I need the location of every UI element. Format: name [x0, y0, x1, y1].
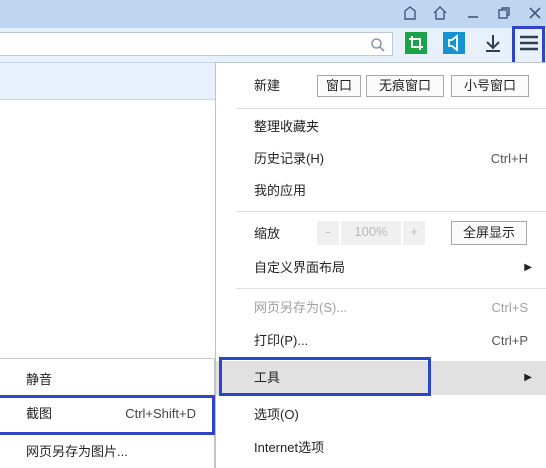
menu-item-customize[interactable]: 自定义界面布局 ▶	[216, 253, 546, 283]
submenu-arrow-icon: ▶	[524, 262, 532, 273]
menu-separator	[236, 108, 546, 109]
zoom-level: 100%	[341, 221, 401, 245]
save-as-shortcut: Ctrl+S	[491, 300, 528, 315]
skin-icon[interactable]	[402, 5, 418, 21]
save-as-label: 网页另存为(S)...	[254, 300, 348, 315]
history-label: 历史记录(H)	[254, 151, 325, 166]
main-menu: 新建 窗口 无痕窗口 小号窗口 整理收藏夹 历史记录(H) Ctrl+H 我的应…	[215, 62, 546, 468]
submenu-arrow-icon: ▶	[524, 372, 532, 383]
options-label: 选项(O)	[254, 407, 299, 422]
fullscreen-button[interactable]: 全屏显示	[451, 221, 527, 245]
menu-item-print[interactable]: 打印(P)... Ctrl+P	[216, 326, 546, 356]
menu-item-favorites[interactable]: 整理收藏夹	[216, 112, 546, 142]
zoom-label: 缩放	[254, 226, 281, 241]
sound-icon[interactable]	[443, 32, 465, 54]
print-shortcut: Ctrl+P	[491, 333, 528, 348]
zoom-out-button[interactable]: -	[317, 221, 339, 245]
restore-icon[interactable]	[496, 5, 512, 21]
menu-item-internet-options[interactable]: Internet选项	[216, 433, 546, 463]
address-bar[interactable]	[0, 32, 393, 56]
save-as-image-label: 网页另存为图片...	[26, 444, 128, 459]
menu-item-apps[interactable]: 我的应用	[216, 176, 546, 206]
crop-icon[interactable]	[405, 32, 427, 54]
new-alt-account-window-button[interactable]: 小号窗口	[451, 75, 529, 97]
zoom-in-button[interactable]: +	[403, 221, 425, 245]
title-bar	[0, 0, 546, 28]
minimize-icon[interactable]	[465, 5, 481, 21]
menu-separator	[236, 288, 546, 289]
close-icon[interactable]	[527, 5, 543, 21]
submenu-item-mute[interactable]: 静音	[0, 365, 214, 395]
menu-item-history[interactable]: 历史记录(H) Ctrl+H	[216, 144, 546, 174]
search-icon[interactable]	[370, 37, 386, 53]
toolbar	[0, 28, 546, 63]
new-incognito-window-button[interactable]: 无痕窗口	[366, 75, 444, 97]
tools-highlight	[219, 357, 431, 396]
download-icon[interactable]	[482, 32, 504, 54]
menu-separator	[236, 211, 546, 212]
menu-item-new-label: 新建	[254, 78, 281, 93]
submenu-item-save-as-image[interactable]: 网页另存为图片...	[0, 437, 214, 467]
screenshot-highlight	[0, 395, 215, 435]
favorites-label: 整理收藏夹	[254, 119, 320, 134]
customize-label: 自定义界面布局	[254, 260, 346, 275]
new-window-button[interactable]: 窗口	[317, 75, 361, 97]
mute-label: 静音	[26, 372, 53, 387]
home-icon[interactable]	[432, 5, 448, 21]
menu-item-save-as[interactable]: 网页另存为(S)... Ctrl+S	[216, 293, 546, 323]
internet-options-label: Internet选项	[254, 440, 325, 455]
apps-label: 我的应用	[254, 183, 307, 198]
bookmark-bar	[0, 63, 215, 100]
history-shortcut: Ctrl+H	[490, 151, 528, 166]
print-label: 打印(P)...	[254, 333, 309, 348]
menu-item-options[interactable]: 选项(O)	[216, 400, 546, 430]
